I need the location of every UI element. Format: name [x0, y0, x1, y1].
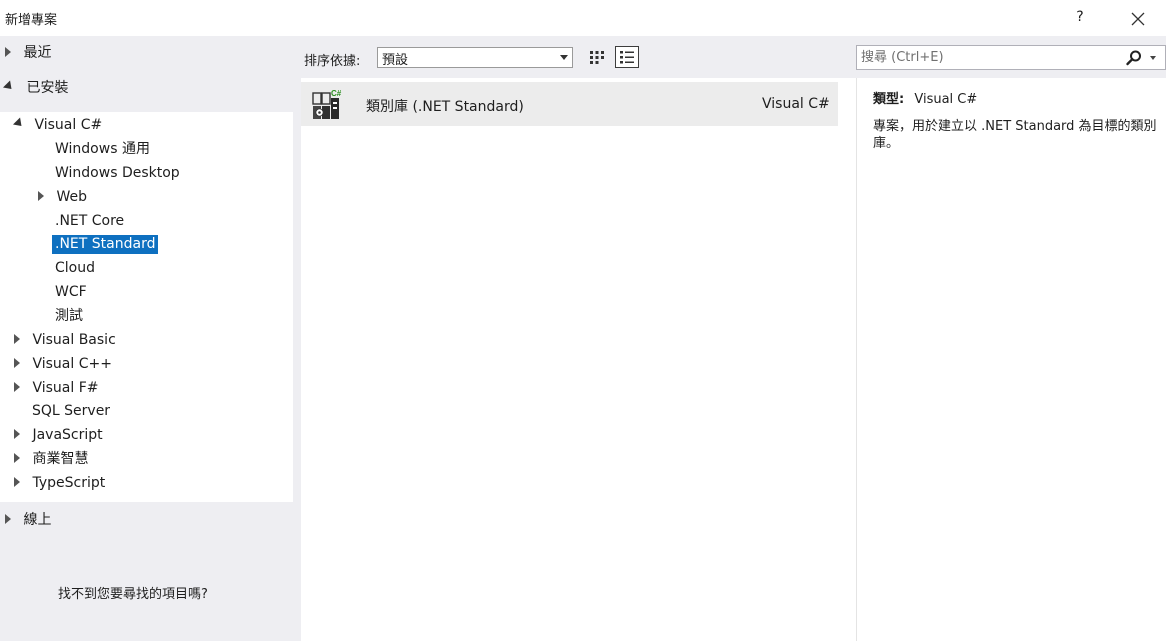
tree-item-visual-fsharp[interactable]: Visual F#: [14, 377, 98, 399]
tree-item-visual-basic[interactable]: Visual Basic: [14, 329, 116, 351]
small-icons-view-icon[interactable]: [588, 48, 606, 66]
tree-item-label: Visual C++: [32, 356, 112, 372]
tree-item-label: Visual F#: [32, 380, 99, 396]
expand-arrow-icon[interactable]: [5, 47, 11, 57]
left-nav: 最近 已安裝 Visual C# Windows 通用 Windows Desk…: [0, 36, 293, 641]
close-button[interactable]: [1124, 6, 1152, 30]
chevron-down-icon: [560, 55, 568, 60]
list-view-button[interactable]: [615, 46, 639, 68]
tree-item-cloud[interactable]: Cloud: [55, 257, 95, 279]
sort-toolbar: 排序依據: 預設: [293, 36, 856, 78]
tree-item-label: TypeScript: [32, 475, 106, 491]
window-title: 新增專案: [5, 13, 58, 28]
tree-item-label: 最近: [23, 45, 52, 61]
expand-arrow-icon[interactable]: [14, 453, 20, 463]
tree-item-windows-universal[interactable]: Windows 通用: [55, 138, 150, 160]
tree-item-visual-csharp[interactable]: Visual C#: [12, 114, 103, 136]
tree-item-windows-desktop[interactable]: Windows Desktop: [55, 162, 180, 184]
template-description: 專案，用於建立以 .NET Standard 為目標的類別庫。: [873, 119, 1157, 151]
expand-arrow-icon[interactable]: [14, 358, 20, 368]
chevron-down-icon[interactable]: [1150, 56, 1156, 60]
type-label: 類型:: [873, 92, 905, 107]
collapse-arrow-icon[interactable]: [2, 79, 16, 93]
type-line: 類型: Visual C#: [873, 88, 977, 107]
expand-arrow-icon[interactable]: [14, 429, 20, 439]
expand-arrow-icon[interactable]: [14, 477, 20, 487]
expand-arrow-icon[interactable]: [14, 382, 20, 392]
tree-item-typescript[interactable]: TypeScript: [14, 472, 105, 494]
search-input[interactable]: [861, 48, 1111, 67]
tree-item-label: Visual Basic: [32, 332, 116, 348]
tree-item-label: 商業智慧: [32, 451, 89, 467]
svg-text:C#: C#: [331, 89, 342, 98]
tree-item-label: 已安裝: [26, 80, 69, 96]
tree-item-net-core[interactable]: .NET Core: [55, 210, 124, 232]
installed-tree: Visual C# Windows 通用 Windows Desktop Web…: [0, 112, 293, 502]
tree-item-recent[interactable]: 最近: [5, 42, 51, 64]
close-icon: [1131, 12, 1145, 26]
tree-item-label-selected: .NET Standard: [52, 235, 159, 254]
sort-dropdown[interactable]: 預設: [377, 47, 573, 68]
tree-item-javascript[interactable]: JavaScript: [14, 424, 103, 446]
expand-arrow-icon[interactable]: [5, 514, 11, 524]
class-library-csharp-icon: C#: [312, 89, 342, 119]
list-view-icon: [620, 51, 634, 64]
tree-item-label: JavaScript: [32, 427, 103, 443]
tree-item-business-intelligence[interactable]: 商業智慧: [14, 448, 88, 470]
tree-item-label: 線上: [23, 512, 52, 528]
search-icon[interactable]: [1125, 49, 1143, 67]
tree-item-test[interactable]: 測試: [55, 305, 83, 327]
template-item[interactable]: C# 類別庫 (.NET Standard) Visual C#: [301, 82, 838, 126]
sort-label: 排序依據:: [304, 54, 361, 69]
sort-value: 預設: [382, 53, 409, 68]
template-language: Visual C#: [762, 96, 830, 112]
details-pane: 類型: Visual C# 專案，用於建立以 .NET Standard 為目標…: [856, 78, 1166, 641]
template-name: 類別庫 (.NET Standard): [366, 99, 524, 115]
tree-item-net-standard[interactable]: .NET Standard: [52, 233, 159, 255]
tree-item-label: Web: [56, 189, 87, 205]
expand-arrow-icon[interactable]: [38, 191, 44, 201]
collapse-arrow-icon[interactable]: [12, 116, 26, 130]
search-box[interactable]: [856, 45, 1166, 70]
title-bar: 新增專案 ?: [0, 0, 1166, 36]
tree-item-wcf[interactable]: WCF: [55, 281, 87, 303]
not-found-link[interactable]: 找不到您要尋找的項目嗎?: [58, 583, 208, 602]
type-value: Visual C#: [914, 92, 978, 107]
tree-item-visual-cpp[interactable]: Visual C++: [14, 353, 112, 375]
tree-item-sql-server[interactable]: SQL Server: [32, 400, 110, 422]
tree-item-web[interactable]: Web: [38, 186, 87, 208]
tree-item-online[interactable]: 線上: [5, 509, 51, 531]
tree-item-installed[interactable]: 已安裝: [2, 77, 69, 99]
help-button[interactable]: ?: [1068, 6, 1092, 28]
tree-item-label: Visual C#: [34, 117, 103, 133]
expand-arrow-icon[interactable]: [14, 334, 20, 344]
template-list: C# 類別庫 (.NET Standard) Visual C#: [301, 78, 856, 641]
